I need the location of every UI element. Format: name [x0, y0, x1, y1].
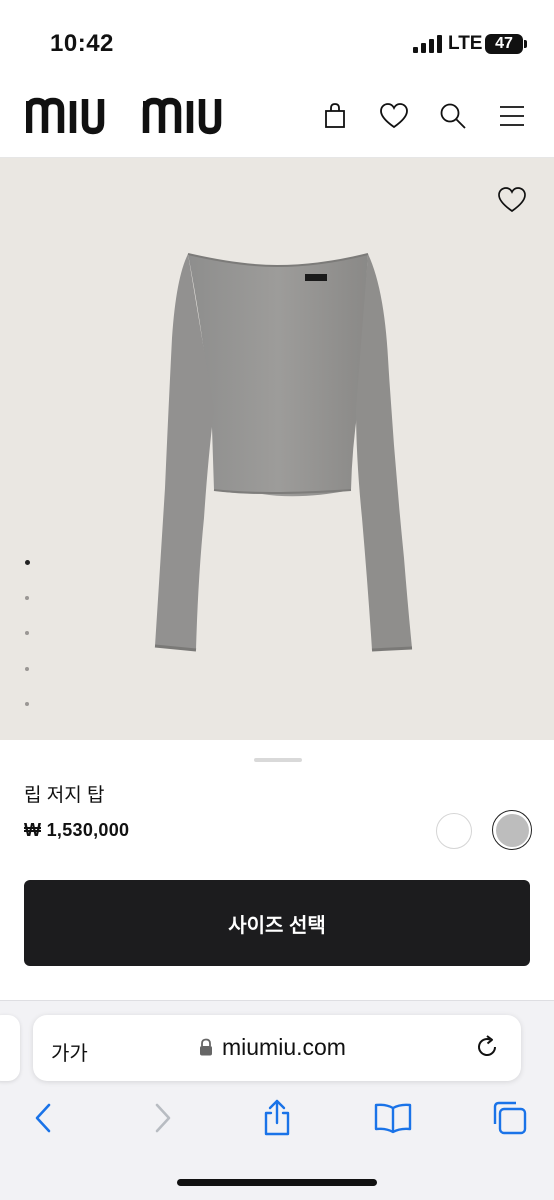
status-bar: 10:42 LTE 47 [0, 0, 554, 80]
url-domain: miumiu.com [222, 1034, 346, 1060]
previous-tab-preview[interactable] [0, 1015, 20, 1081]
wishlist-heart-icon[interactable] [496, 184, 528, 216]
bag-icon[interactable] [318, 99, 352, 133]
tabs-icon[interactable] [490, 1098, 530, 1138]
gallery-dot[interactable] [20, 626, 34, 640]
signal-icon [413, 35, 442, 53]
product-image [154, 253, 413, 652]
network-type: LTE [448, 33, 483, 54]
gallery-dot[interactable] [20, 697, 34, 711]
color-swatch-grey[interactable] [492, 810, 532, 850]
heart-icon[interactable] [377, 99, 411, 133]
back-icon[interactable] [24, 1098, 64, 1138]
color-swatch-grey-fill [495, 813, 529, 847]
address-bar[interactable]: 가가 miumiu.com [33, 1015, 521, 1081]
text-size-button[interactable]: 가가 [51, 1037, 88, 1066]
gallery-pagination [20, 555, 34, 733]
forward-icon[interactable] [142, 1098, 182, 1138]
product-price: ₩ 1,530,000 [24, 820, 130, 840]
gallery-dot[interactable] [20, 555, 34, 569]
sheet-drag-handle[interactable] [254, 758, 302, 762]
reload-icon[interactable] [473, 1033, 501, 1061]
select-size-button[interactable]: 사이즈 선택 [24, 880, 530, 966]
color-swatch-white[interactable] [436, 813, 472, 849]
battery-icon: 47 [485, 34, 523, 54]
menu-icon[interactable] [495, 99, 529, 133]
product-name: 립 저지 탑 [24, 785, 105, 806]
status-time: 10:42 [50, 30, 114, 57]
lock-icon [200, 1038, 212, 1056]
gallery-dot[interactable] [20, 591, 34, 605]
battery-tip [524, 40, 527, 48]
gallery-dot[interactable] [20, 662, 34, 676]
share-icon[interactable] [257, 1098, 297, 1138]
product-image-gallery[interactable] [0, 158, 554, 740]
miu-miu-logo[interactable] [26, 97, 248, 135]
bookmarks-icon[interactable] [373, 1098, 413, 1138]
search-icon[interactable] [436, 99, 470, 133]
site-header [0, 80, 554, 158]
home-indicator[interactable] [177, 1179, 377, 1186]
